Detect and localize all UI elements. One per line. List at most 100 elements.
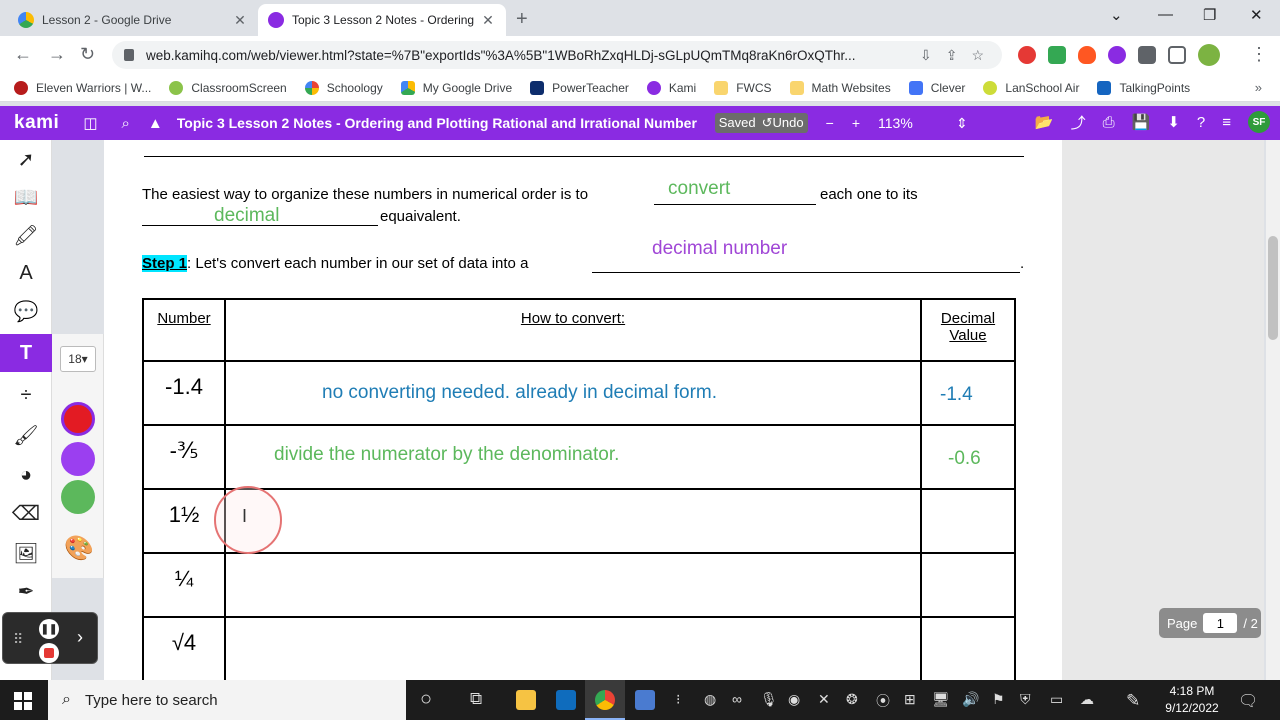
bookmark-fwcs[interactable]: FWCS: [714, 80, 772, 95]
handwritten-how[interactable]: no converting needed. already in decimal…: [322, 382, 717, 404]
bookmark-powerteacher[interactable]: PowerTeacher: [530, 80, 629, 95]
pen-workspace-icon[interactable]: ✎: [1126, 691, 1140, 711]
tab-kami-notes[interactable]: Topic 3 Lesson 2 Notes - Ordering ✕: [258, 4, 506, 36]
menu-icon[interactable]: ≡: [1222, 114, 1231, 131]
image-tool-icon[interactable]: 🖼: [0, 534, 52, 572]
select-tool-icon[interactable]: ➚: [0, 140, 52, 178]
tray-shield-icon[interactable]: ⊞: [904, 691, 916, 708]
zoom-level[interactable]: 113%: [878, 115, 938, 131]
drawing-tool-icon[interactable]: 🖌: [0, 416, 52, 454]
search-icon[interactable]: ⌕: [122, 115, 130, 132]
color-swatch-green[interactable]: [61, 480, 95, 514]
chrome-icon[interactable]: [595, 690, 615, 710]
undo-button[interactable]: ↺Undo: [762, 115, 804, 131]
bookmark-clever[interactable]: Clever: [908, 80, 965, 95]
palette-icon[interactable]: 🎨: [64, 534, 94, 563]
handwritten-how[interactable]: divide the numerator by the denominator.: [274, 444, 619, 466]
shapes-tool-icon[interactable]: ◕: [0, 456, 52, 494]
value-cell[interactable]: [920, 552, 1016, 618]
help-icon[interactable]: ?: [1197, 114, 1205, 131]
address-bar[interactable]: web.kamihq.com/web/viewer.html?state=%7B…: [112, 41, 1002, 69]
page-number-input[interactable]: 1: [1203, 613, 1238, 633]
close-window-icon[interactable]: ✕: [1250, 6, 1263, 24]
bookmark-schoology[interactable]: Schoology: [304, 80, 383, 95]
drag-handle-icon[interactable]: ⠿: [13, 631, 23, 648]
share-icon[interactable]: ⤴: [1071, 112, 1086, 133]
bookmark-eleven-warriors[interactable]: Eleven Warriors | W...: [14, 80, 151, 95]
vertical-scrollbar[interactable]: [1266, 140, 1280, 680]
reload-icon[interactable]: ↻: [80, 44, 95, 65]
download-icon[interactable]: ⬇: [1167, 113, 1180, 131]
tray-kbd-icon[interactable]: ▭: [1050, 691, 1063, 708]
tab-search-icon[interactable]: ⌄: [1110, 6, 1123, 24]
value-cell[interactable]: -0.6: [920, 424, 1016, 490]
system-clock[interactable]: 4:18 PM 9/12/2022: [1152, 683, 1232, 717]
minimize-icon[interactable]: —: [1158, 6, 1173, 23]
user-avatar[interactable]: SF: [1248, 111, 1270, 133]
extension-classroom-icon[interactable]: [1048, 46, 1066, 64]
bookmark-my-google-drive[interactable]: My Google Drive: [400, 80, 512, 95]
handwritten-value[interactable]: -1.4: [940, 384, 973, 406]
outlook-icon[interactable]: [556, 690, 576, 710]
windows-start-icon[interactable]: [14, 692, 32, 710]
how-cell[interactable]: [224, 488, 922, 554]
share-icon[interactable]: ⇪: [946, 47, 958, 64]
forward-arrow-icon[interactable]: →: [48, 44, 66, 65]
color-swatch-purple[interactable]: [61, 442, 95, 476]
tray-green-icon[interactable]: ❂: [846, 691, 858, 708]
zoom-in-button[interactable]: +: [852, 115, 860, 131]
color-swatch-red[interactable]: [61, 402, 95, 436]
comment-tool-icon[interactable]: 💬: [0, 292, 52, 330]
handwritten-value[interactable]: -0.6: [948, 448, 981, 470]
tray-record-icon[interactable]: ⦿: [876, 691, 890, 711]
bookmark-star-icon[interactable]: ☆: [971, 47, 984, 64]
how-cell[interactable]: [224, 616, 922, 680]
extension-kami-icon[interactable]: [1108, 46, 1126, 64]
how-cell[interactable]: divide the numerator by the denominator.: [224, 424, 922, 490]
close-tab-icon[interactable]: ✕: [232, 12, 248, 29]
zoom-out-button[interactable]: −: [826, 115, 834, 131]
eraser-tool-icon[interactable]: ⌫: [0, 494, 52, 532]
new-tab-button[interactable]: +: [516, 8, 528, 31]
network-icon[interactable]: 🖥: [932, 691, 950, 708]
text-tool-icon[interactable]: T: [0, 334, 52, 372]
expand-recorder-icon[interactable]: ›: [77, 627, 83, 648]
scrollbar-thumb[interactable]: [1268, 236, 1278, 340]
markup-tool-icon[interactable]: 🖍: [0, 216, 52, 254]
task-view-icon[interactable]: ⧉: [470, 689, 482, 709]
print-icon[interactable]: ⎙: [1103, 114, 1115, 131]
extensions-puzzle-icon[interactable]: [1138, 46, 1156, 64]
signature-tool-icon[interactable]: ✒: [0, 572, 52, 610]
defender-icon[interactable]: ⛨: [1020, 691, 1031, 708]
value-cell[interactable]: [920, 616, 1016, 680]
sidebar-toggle-icon[interactable]: ◫: [83, 114, 97, 132]
handwritten-convert[interactable]: convert: [668, 178, 730, 200]
text-highlight-tool-icon[interactable]: A: [0, 254, 52, 292]
handwritten-decimal-number[interactable]: decimal number: [652, 238, 787, 260]
how-cell[interactable]: no converting needed. already in decimal…: [224, 360, 922, 426]
side-panel-icon[interactable]: [1168, 46, 1186, 64]
profile-avatar[interactable]: [1198, 44, 1220, 66]
taskbar-search-box[interactable]: ⌕ Type here to search: [48, 680, 406, 720]
extension-record-icon[interactable]: [1018, 46, 1036, 64]
tray-refresh-icon[interactable]: ◍: [704, 691, 716, 708]
how-cell[interactable]: [224, 552, 922, 618]
bookmark-kami[interactable]: Kami: [646, 80, 696, 95]
pause-recording-button[interactable]: ❚❚: [39, 619, 59, 639]
tray-app2-icon[interactable]: ⚑: [992, 691, 1005, 708]
bookmark-classroomscreen[interactable]: ClassroomScreen: [169, 80, 287, 95]
value-cell[interactable]: [920, 488, 1016, 554]
bookmark-math-websites[interactable]: Math Websites: [789, 80, 891, 95]
save-icon[interactable]: 💾: [1132, 113, 1151, 131]
extension-drop-icon[interactable]: [1078, 46, 1096, 64]
volume-icon[interactable]: 🔊: [962, 691, 979, 708]
back-arrow-icon[interactable]: ←: [14, 44, 32, 65]
install-icon[interactable]: ⇩: [920, 47, 932, 64]
notifications-icon[interactable]: 🗨: [1238, 691, 1258, 711]
bookmark-talkingpoints[interactable]: TalkingPoints: [1097, 80, 1190, 95]
font-size-select[interactable]: 18 ▾: [60, 346, 96, 372]
tray-nk-icon[interactable]: ✕: [818, 691, 830, 708]
tray-link-icon[interactable]: ∞: [732, 691, 742, 707]
bookmark-lanschool-air[interactable]: LanSchool Air: [983, 80, 1079, 95]
zoom-dropdown-icon[interactable]: ⇕: [956, 115, 968, 132]
